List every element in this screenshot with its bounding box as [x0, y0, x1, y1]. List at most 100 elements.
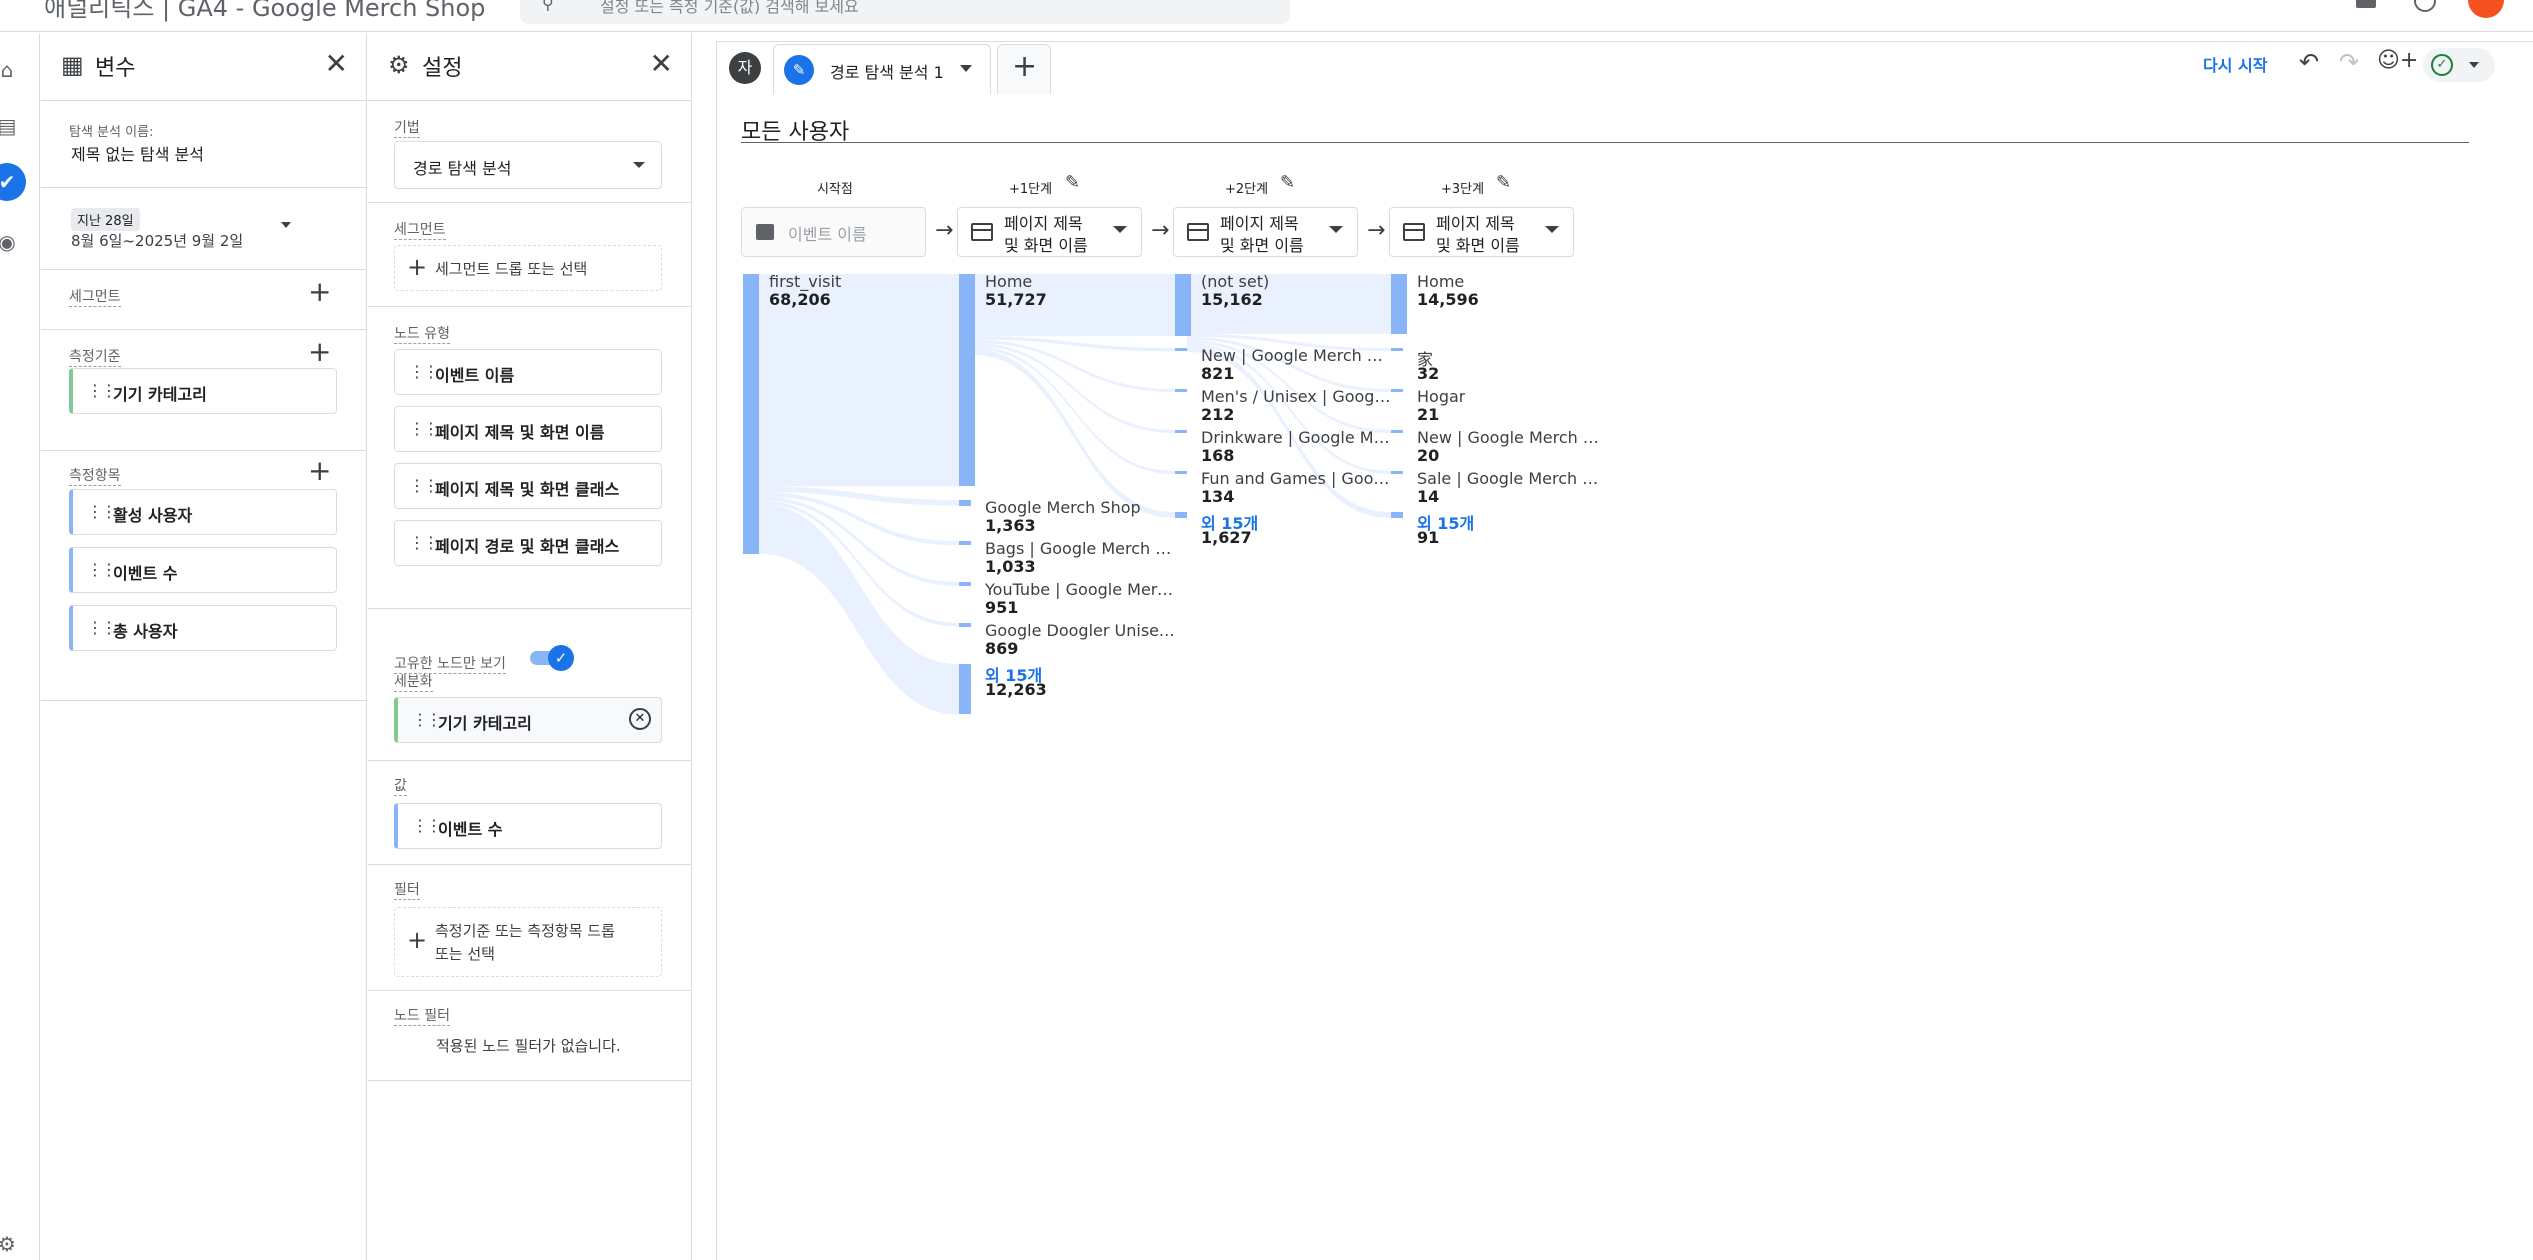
left-nav-rail: ⌂ ▤ ✔ ◉ ⚙ [0, 33, 40, 1260]
node-bar[interactable] [1391, 430, 1403, 433]
search-icon: ⚲ [542, 0, 554, 13]
reports-icon[interactable]: ▤ [0, 111, 22, 141]
technique-label: 기법 [394, 117, 420, 138]
close-icon[interactable]: ✕ [650, 47, 673, 80]
node-bar[interactable] [1391, 471, 1403, 474]
date-range-section[interactable]: 지난 28일 8월 6일~2025년 9월 2일 [41, 188, 366, 270]
node-bar[interactable] [959, 623, 971, 627]
node-name: first_visit [769, 272, 842, 291]
apps-icon[interactable] [2356, 0, 2376, 8]
undo-icon[interactable]: ↶ [2299, 48, 2319, 76]
restart-button[interactable]: 다시 시작 [2203, 52, 2267, 76]
node-bar[interactable] [959, 274, 975, 487]
exploration-name-input[interactable]: 제목 없는 탐색 분석 [71, 141, 204, 165]
node-bar[interactable] [1175, 348, 1187, 352]
drag-handle-icon[interactable]: ⋮⋮ [412, 816, 442, 835]
node-bar[interactable] [1175, 274, 1191, 337]
drag-handle-icon[interactable]: ⋮⋮ [409, 533, 439, 552]
settings-panel: ⚙ 설정 ✕ 기법 경로 탐색 분석 세그먼트 + 세그먼트 드롭 또는 선택 … [368, 33, 692, 1260]
add-segment-icon[interactable]: + [308, 278, 331, 306]
dimensions-label: 측정기준 [69, 346, 121, 367]
drag-handle-icon[interactable]: ⋮⋮ [409, 476, 439, 495]
remove-icon[interactable]: ✕ [629, 708, 651, 730]
values-value: 이벤트 수 [438, 820, 503, 839]
node-bar[interactable] [959, 500, 971, 506]
home-icon[interactable]: ⌂ [0, 55, 22, 85]
status-menu[interactable]: ✓ [2423, 48, 2495, 82]
dimension-chip[interactable]: ⋮⋮ 기기 카테고리 [69, 368, 337, 414]
node-bar[interactable] [1391, 348, 1403, 351]
metrics-section: 측정항목 + ⋮⋮ 활성 사용자 ⋮⋮ 이벤트 수 ⋮⋮ 총 사용자 [41, 451, 366, 701]
node-bar[interactable] [959, 664, 971, 715]
node-type-card[interactable]: ⋮⋮ 페이지 제목 및 화면 클래스 [394, 463, 662, 509]
metric-label: 활성 사용자 [113, 506, 193, 525]
drag-handle-icon[interactable]: ⋮⋮ [87, 560, 117, 579]
check-circle-icon: ✓ [2431, 54, 2453, 76]
close-icon[interactable]: ✕ [325, 47, 348, 80]
technique-select[interactable]: 경로 탐색 분석 [394, 141, 662, 189]
node-name: YouTube | Google Merch Shop [985, 580, 1175, 599]
node-type-card[interactable]: ⋮⋮ 페이지 제목 및 화면 이름 [394, 406, 662, 452]
segment-drop-zone[interactable]: + 세그먼트 드롭 또는 선택 [394, 245, 662, 291]
node-bar[interactable] [1175, 512, 1187, 518]
node-value: 168 [1201, 446, 1235, 465]
node-bar[interactable] [1175, 389, 1187, 392]
node-bar[interactable] [1391, 274, 1407, 334]
plus-icon: + [407, 253, 428, 281]
node-name: New | Google Merch Shop [1417, 428, 1607, 447]
technique-section: 기법 경로 탐색 분석 [368, 101, 691, 203]
metric-chip[interactable]: ⋮⋮ 이벤트 수 [69, 547, 337, 593]
filters-drop-zone[interactable]: + 측정기준 또는 측정항목 드롭 또는 선택 [394, 907, 662, 977]
node-value: 1,627 [1201, 528, 1252, 547]
node-bar[interactable] [959, 582, 971, 586]
variables-panel-header: ▦ 변수 ✕ [41, 33, 366, 101]
node-name: Google Merch Shop [985, 498, 1141, 517]
node-type-label-text: 페이지 제목 및 화면 클래스 [435, 480, 620, 499]
metric-chip[interactable]: ⋮⋮ 총 사용자 [69, 605, 337, 651]
node-value: 212 [1201, 405, 1235, 424]
top-bar: 애널리틱스 | GA4 - Google Merch Shop ⚲ 설정 또는 … [0, 0, 2533, 32]
node-type-label-text: 페이지 경로 및 화면 클래스 [435, 537, 620, 556]
segment-section: 세그먼트 + 세그먼트 드롭 또는 선택 [368, 203, 691, 307]
drag-handle-icon[interactable]: ⋮⋮ [409, 419, 439, 438]
node-name: Bags | Google Merch Shop [985, 539, 1175, 558]
share-icon[interactable]: ☺+ [2377, 48, 2418, 73]
node-type-card[interactable]: ⋮⋮ 페이지 경로 및 화면 클래스 [394, 520, 662, 566]
node-bar[interactable] [1175, 430, 1187, 433]
node-bar[interactable] [1391, 512, 1403, 518]
node-name: Men's / Unisex | Google Merch Shop [1201, 387, 1391, 406]
node-bar[interactable] [959, 541, 971, 546]
technique-value: 경로 탐색 분석 [413, 159, 512, 178]
segments-label: 세그먼트 [69, 286, 121, 307]
node-bar[interactable] [1391, 389, 1403, 392]
advertising-icon[interactable]: ◉ [0, 227, 22, 257]
search-input[interactable]: ⚲ 설정 또는 측정 기준(값) 검색해 보세요 [520, 0, 1290, 24]
values-chip[interactable]: ⋮⋮ 이벤트 수 [394, 803, 662, 849]
exploration-name-label: 탐색 분석 이름: [69, 125, 154, 140]
drag-handle-icon[interactable]: ⋮⋮ [87, 381, 117, 400]
help-icon[interactable] [2414, 0, 2436, 12]
settings-icon[interactable]: ⚙ [0, 1229, 22, 1259]
drag-handle-icon[interactable]: ⋮⋮ [87, 618, 117, 637]
node-bar[interactable] [1175, 471, 1187, 474]
drag-handle-icon[interactable]: ⋮⋮ [412, 710, 442, 729]
node-value: 32 [1417, 364, 1440, 383]
redo-icon: ↷ [2339, 48, 2360, 76]
breakdown-label: 세분화 [394, 671, 433, 692]
chevron-down-icon[interactable] [281, 222, 291, 228]
drag-handle-icon[interactable]: ⋮⋮ [87, 502, 117, 521]
node-bar[interactable] [743, 274, 759, 554]
add-dimension-icon[interactable]: + [308, 338, 331, 366]
node-name: New | Google Merch Shop [1201, 346, 1391, 365]
metrics-label: 측정항목 [69, 465, 121, 486]
explore-icon[interactable]: ✔ [0, 163, 26, 201]
add-metric-icon[interactable]: + [308, 457, 331, 485]
node-value: 91 [1417, 528, 1440, 547]
account-avatar[interactable] [2468, 0, 2504, 18]
node-type-card[interactable]: ⋮⋮ 이벤트 이름 [394, 349, 662, 395]
drag-handle-icon[interactable]: ⋮⋮ [409, 362, 439, 381]
metric-chip[interactable]: ⋮⋮ 활성 사용자 [69, 489, 337, 535]
breakdown-chip[interactable]: ⋮⋮ 기기 카테고리 ✕ [394, 697, 662, 743]
segment-label: 세그먼트 [394, 219, 446, 240]
variables-panel: ▦ 변수 ✕ 탐색 분석 이름: 제목 없는 탐색 분석 지난 28일 8월 6… [41, 33, 367, 1260]
